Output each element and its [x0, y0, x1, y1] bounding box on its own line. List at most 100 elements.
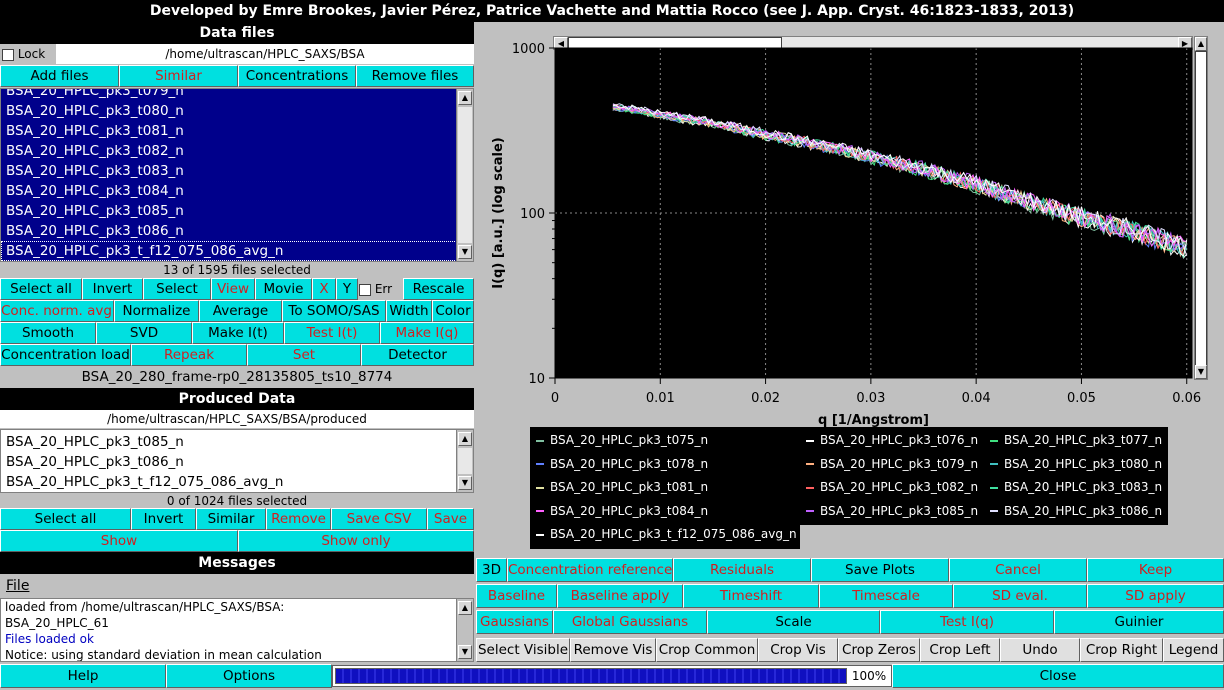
- scroll-track[interactable]: [458, 448, 472, 474]
- help-button[interactable]: Help: [0, 664, 166, 688]
- file-menu[interactable]: File: [0, 574, 474, 598]
- err-toggle[interactable]: Err: [359, 278, 403, 300]
- similar-button[interactable]: Similar: [119, 65, 238, 87]
- make-it-button[interactable]: Make I(t): [192, 322, 284, 344]
- intensity-chart[interactable]: 0 0.01 0.02 0.03 0.04 0.05 0.06 10 100 1000 q [1/A…: [474, 22, 1224, 432]
- crop-zeros-button[interactable]: Crop Zeros: [838, 638, 920, 662]
- scroll-up-icon[interactable]: ▲: [458, 91, 472, 105]
- guinier-button[interactable]: Guinier: [1054, 610, 1224, 634]
- svd-button[interactable]: SVD: [96, 322, 192, 344]
- x-tick-label: 0.06: [1172, 391, 1201, 406]
- err-checkbox[interactable]: [359, 283, 371, 296]
- remove-vis-button[interactable]: Remove Vis: [570, 638, 656, 662]
- legend-label: BSA_20_HPLC_pk3_t082_n: [820, 480, 979, 494]
- width-button[interactable]: Width: [386, 300, 432, 322]
- add-files-button[interactable]: Add files: [0, 65, 119, 87]
- residuals-button[interactable]: Residuals: [673, 558, 811, 582]
- timeshift-button[interactable]: Timeshift: [683, 584, 819, 608]
- produced-similar-button[interactable]: Similar: [196, 508, 266, 530]
- legend-button[interactable]: Legend: [1163, 638, 1224, 662]
- scale-button[interactable]: Scale: [707, 610, 880, 634]
- scroll-track[interactable]: [458, 107, 472, 243]
- x-button[interactable]: X: [312, 278, 336, 300]
- save-csv-button[interactable]: Save CSV: [331, 508, 427, 530]
- smooth-button[interactable]: Smooth: [0, 322, 96, 344]
- select-button[interactable]: Select: [143, 278, 211, 300]
- concentrations-button[interactable]: Concentrations: [238, 65, 356, 87]
- list-item[interactable]: BSA_20_HPLC_pk3_t080_n: [1, 101, 473, 121]
- produced-invert-button[interactable]: Invert: [131, 508, 196, 530]
- set-button[interactable]: Set: [247, 344, 361, 366]
- sd-eval-button[interactable]: SD eval.: [953, 584, 1087, 608]
- baseline-button[interactable]: Baseline: [476, 584, 557, 608]
- average-button[interactable]: Average: [199, 300, 282, 322]
- baseline-apply-button[interactable]: Baseline apply: [557, 584, 683, 608]
- rescale-button[interactable]: Rescale: [403, 278, 474, 300]
- show-only-button[interactable]: Show only: [238, 530, 474, 552]
- data-files-list[interactable]: BSA_20_HPLC_pk3_t079_n BSA_20_HPLC_pk3_t…: [0, 88, 474, 262]
- scroll-down-icon[interactable]: ▼: [458, 476, 472, 490]
- save-plots-button[interactable]: Save Plots: [811, 558, 949, 582]
- produced-scrollbar[interactable]: ▲ ▼: [456, 430, 473, 492]
- crop-vis-button[interactable]: Crop Vis: [758, 638, 838, 662]
- show-button[interactable]: Show: [0, 530, 238, 552]
- list-item[interactable]: BSA_20_HPLC_pk3_t084_n: [1, 181, 473, 201]
- concentration-reference-button[interactable]: Concentration reference: [507, 558, 673, 582]
- timescale-button[interactable]: Timescale: [819, 584, 953, 608]
- make-iq-button[interactable]: Make I(q): [380, 322, 474, 344]
- legend-entry: BSA_20_HPLC_pk3_t_f12_075_086_avg_n: [536, 527, 797, 541]
- lock-toggle[interactable]: Lock: [0, 44, 56, 64]
- list-item[interactable]: BSA_20_HPLC_pk3_t085_n: [1, 432, 473, 452]
- to-somo-sas-button[interactable]: To SOMO/SAS: [282, 300, 386, 322]
- remove-files-button[interactable]: Remove files: [356, 65, 474, 87]
- sd-apply-button[interactable]: SD apply: [1087, 584, 1224, 608]
- data-files-scrollbar[interactable]: ▲ ▼: [456, 89, 473, 261]
- test-i-q-button[interactable]: Test I(q): [880, 610, 1054, 634]
- scroll-down-icon[interactable]: ▼: [458, 245, 472, 259]
- test-it-button[interactable]: Test I(t): [284, 322, 380, 344]
- produced-select-all-button[interactable]: Select all: [0, 508, 131, 530]
- crop-right-button[interactable]: Crop Right: [1080, 638, 1163, 662]
- color-button[interactable]: Color: [432, 300, 474, 322]
- normalize-button[interactable]: Normalize: [114, 300, 199, 322]
- scroll-up-icon[interactable]: ▲: [458, 601, 472, 615]
- list-item[interactable]: BSA_20_HPLC_pk3_t081_n: [1, 121, 473, 141]
- list-item[interactable]: BSA_20_HPLC_pk3_t_f12_075_086_avg_n: [1, 472, 473, 492]
- repeak-button[interactable]: Repeak: [131, 344, 247, 366]
- produced-list[interactable]: BSA_20_HPLC_pk3_t085_n BSA_20_HPLC_pk3_t…: [0, 429, 474, 493]
- select-visible-button[interactable]: Select Visible: [476, 638, 570, 662]
- global-gaussians-button[interactable]: Global Gaussians: [553, 610, 707, 634]
- list-item[interactable]: BSA_20_HPLC_pk3_t_f12_075_086_avg_n: [1, 241, 473, 261]
- undo-button[interactable]: Undo: [1000, 638, 1080, 662]
- messages-scrollbar[interactable]: ▲ ▼: [456, 599, 473, 661]
- produced-save-button[interactable]: Save: [427, 508, 474, 530]
- 3d-button[interactable]: 3D: [476, 558, 507, 582]
- view-button[interactable]: View: [211, 278, 255, 300]
- lock-checkbox[interactable]: [2, 48, 14, 61]
- conc-norm-avg-button[interactable]: Conc. norm. avg.: [0, 300, 114, 322]
- list-item[interactable]: BSA_20_HPLC_pk3_t079_n: [1, 89, 473, 101]
- concentration-load-button[interactable]: Concentration load: [0, 344, 131, 366]
- gaussians-button[interactable]: Gaussians: [476, 610, 553, 634]
- y-button[interactable]: Y: [336, 278, 358, 300]
- keep-button[interactable]: Keep: [1087, 558, 1224, 582]
- messages-box[interactable]: loaded from /home/ultrascan/HPLC_SAXS/BS…: [0, 598, 474, 662]
- crop-left-button[interactable]: Crop Left: [920, 638, 1000, 662]
- options-button[interactable]: Options: [166, 664, 332, 688]
- produced-remove-button[interactable]: Remove: [266, 508, 331, 530]
- legend-entry: BSA_20_HPLC_pk3_t078_n: [536, 457, 708, 471]
- list-item[interactable]: BSA_20_HPLC_pk3_t086_n: [1, 452, 473, 472]
- scroll-up-icon[interactable]: ▲: [458, 432, 472, 446]
- list-item[interactable]: BSA_20_HPLC_pk3_t083_n: [1, 161, 473, 181]
- invert-button[interactable]: Invert: [82, 278, 143, 300]
- list-item[interactable]: BSA_20_HPLC_pk3_t086_n: [1, 221, 473, 241]
- list-item[interactable]: BSA_20_HPLC_pk3_t085_n: [1, 201, 473, 221]
- detector-button[interactable]: Detector: [361, 344, 474, 366]
- list-item[interactable]: BSA_20_HPLC_pk3_t082_n: [1, 141, 473, 161]
- cancel-button[interactable]: Cancel: [949, 558, 1087, 582]
- scroll-down-icon[interactable]: ▼: [458, 645, 472, 659]
- crop-common-button[interactable]: Crop Common: [656, 638, 758, 662]
- movie-button[interactable]: Movie: [255, 278, 312, 300]
- select-all-button[interactable]: Select all: [0, 278, 82, 300]
- close-button[interactable]: Close: [892, 664, 1224, 688]
